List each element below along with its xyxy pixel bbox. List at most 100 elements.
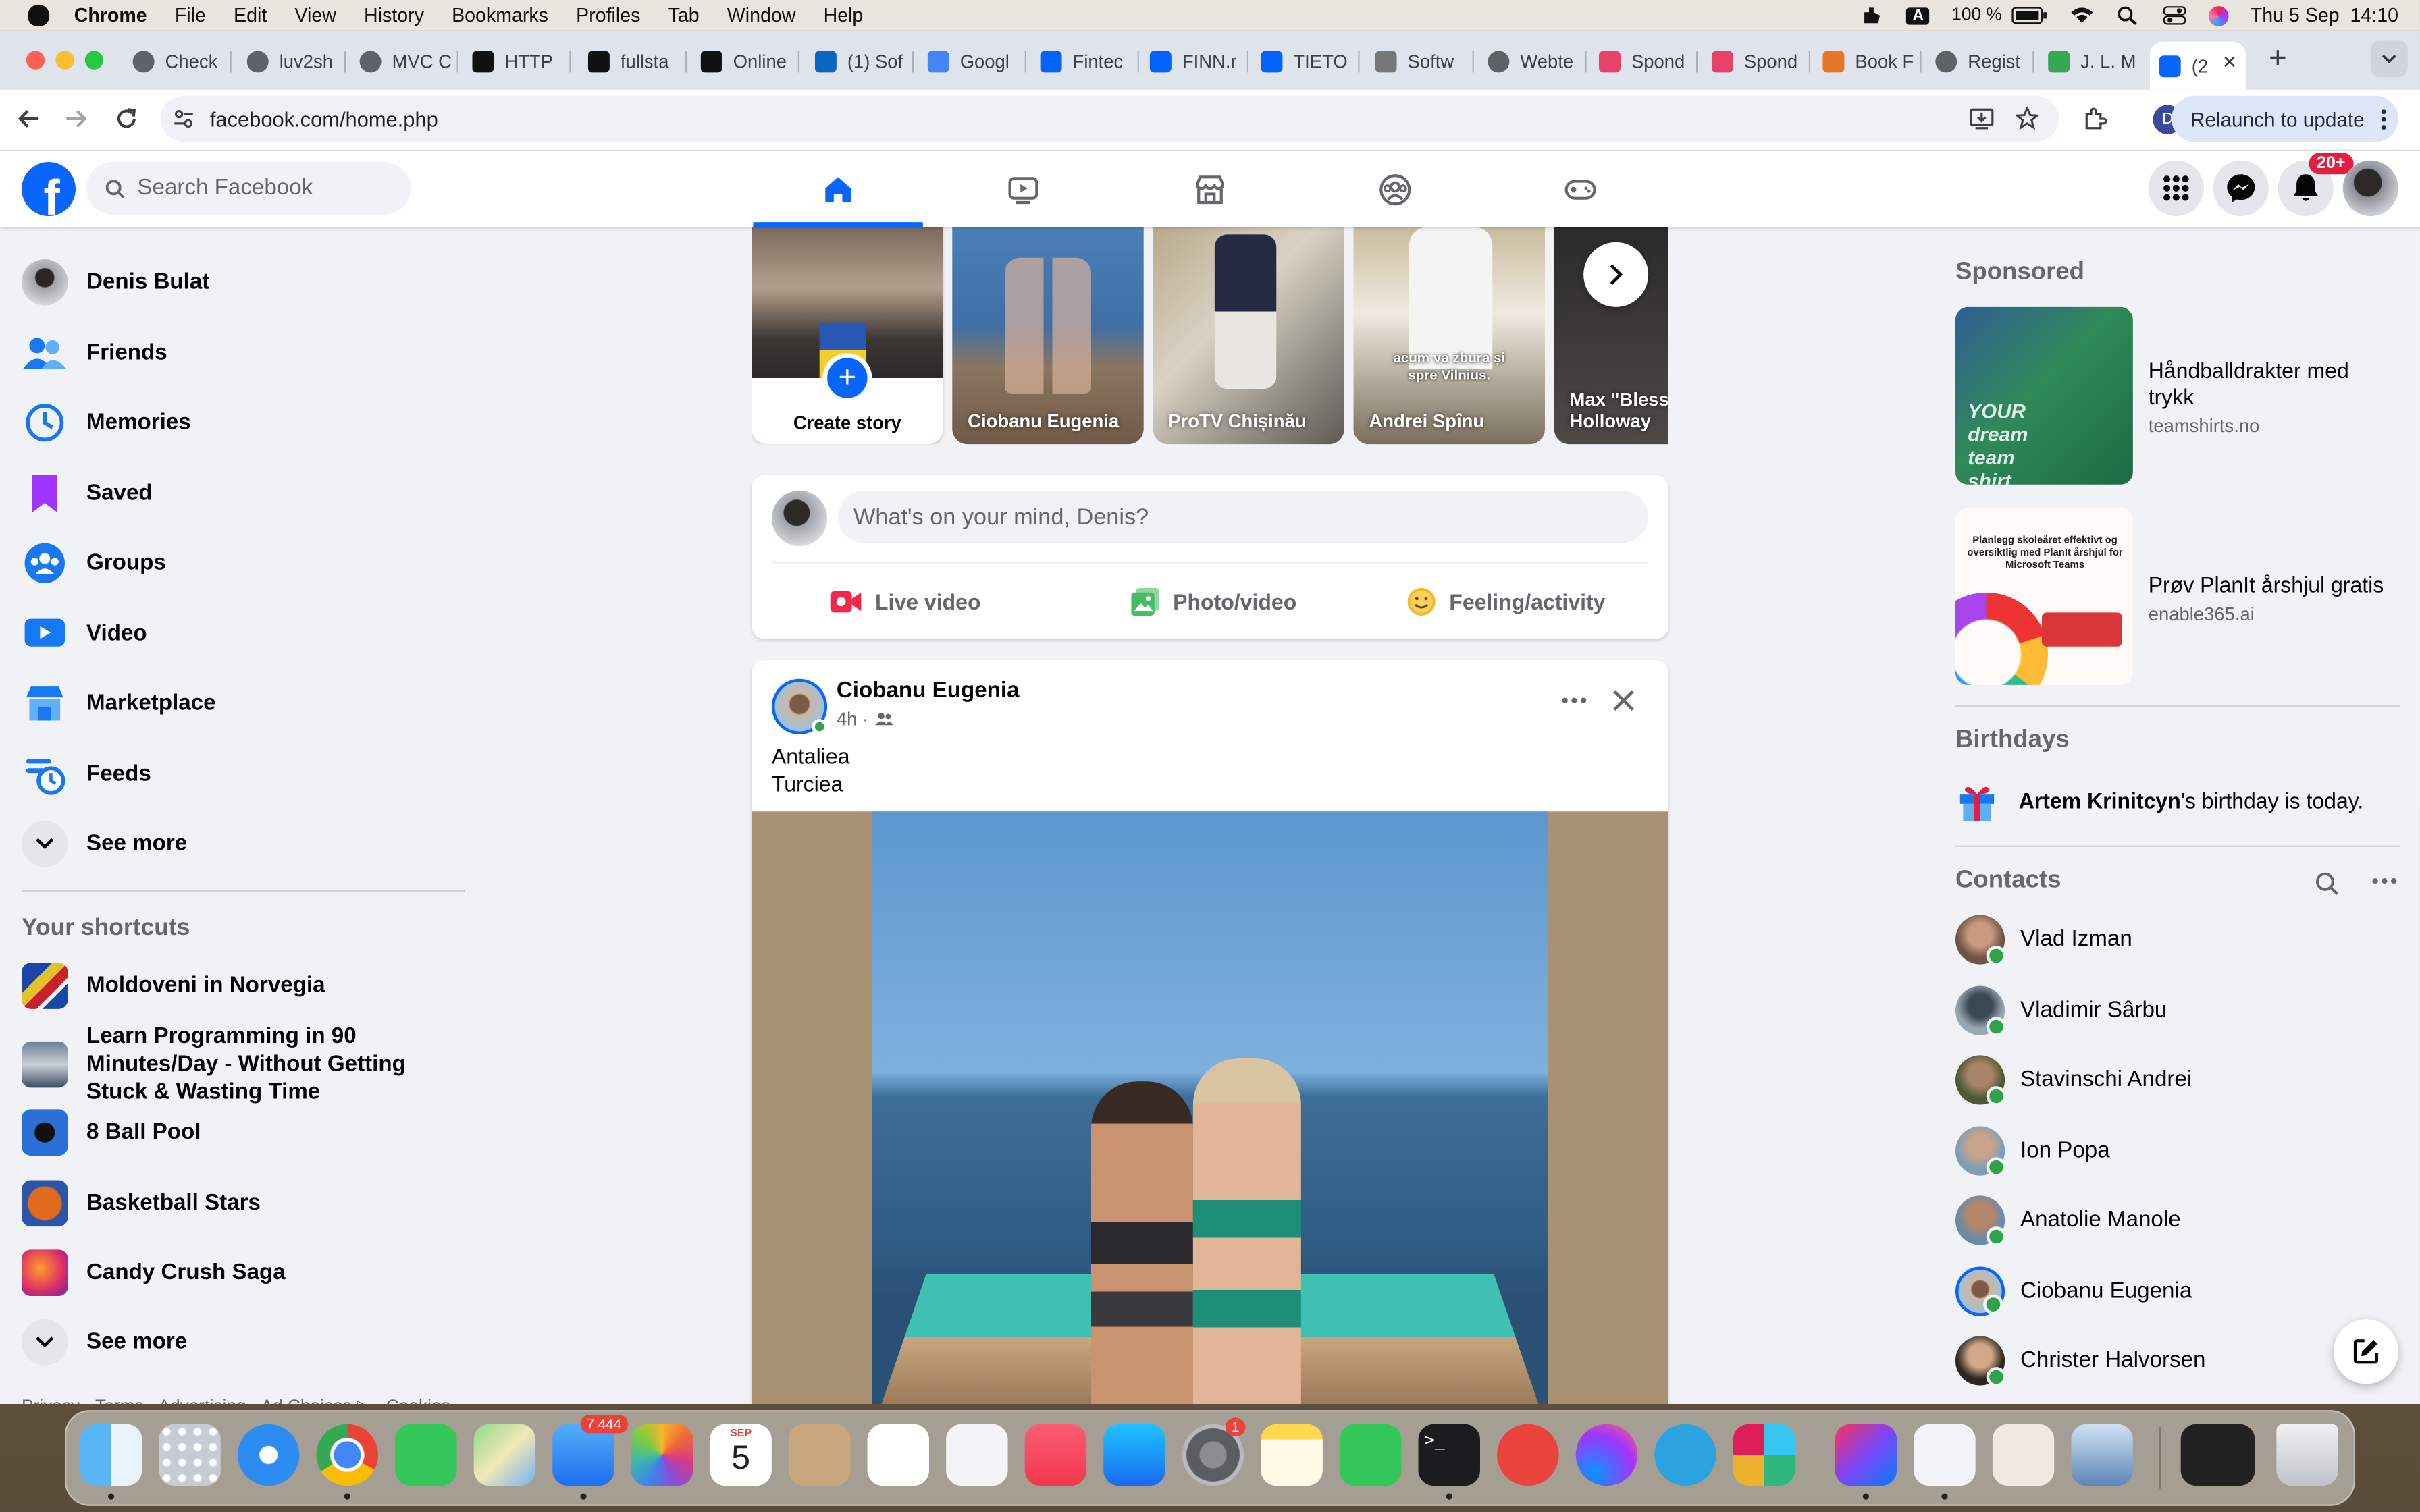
photo-video-button[interactable]: Photo/video (1130, 577, 1330, 626)
sidebar-item-video[interactable]: Video (22, 603, 147, 665)
browser-tab[interactable]: (1) Sof (814, 42, 914, 82)
window-zoom-button[interactable] (84, 51, 104, 70)
sponsored-ad[interactable]: YOUR dream team shirt. Håndballdrakter m… (1955, 306, 2403, 486)
browser-tab[interactable]: Spond (1598, 42, 1698, 82)
battery-icon[interactable] (2011, 6, 2048, 24)
nav-video-tab[interactable] (939, 151, 1108, 227)
contact-item[interactable]: Stavinschi Andrei (1955, 1052, 2192, 1108)
system-settings-icon[interactable]: 1 (1182, 1418, 1246, 1486)
sidebar-item-memories[interactable]: Memories (22, 392, 191, 454)
tab-search-button[interactable] (2370, 40, 2408, 78)
shortcut-item[interactable]: Moldoveni in Norvegia (21, 955, 325, 1017)
sidebar-item-groups[interactable]: Groups (22, 533, 166, 594)
shortcut-item[interactable]: 8 Ball Pool (21, 1102, 201, 1163)
browser-tab[interactable]: Googl (927, 42, 1026, 82)
browser-tab[interactable]: J. L. M (2048, 42, 2147, 82)
vscode-icon[interactable] (1914, 1424, 1976, 1486)
music-icon[interactable] (1024, 1424, 1087, 1486)
input-source-icon[interactable]: A (1906, 7, 1930, 24)
post-author-name[interactable]: Ciobanu Eugenia (837, 679, 1020, 704)
contact-item[interactable]: Christer Halvorsen (1955, 1333, 2205, 1388)
live-video-button[interactable]: Live video (828, 577, 1029, 626)
post-photo[interactable] (752, 811, 1668, 1404)
story-card[interactable]: ProTV Chișinău (1153, 226, 1344, 445)
new-message-button[interactable] (2333, 1319, 2398, 1384)
nav-home-tab[interactable] (753, 151, 923, 227)
sidebar-item-marketplace[interactable]: Marketplace (22, 673, 216, 734)
calendar-icon[interactable]: SEP 5 (710, 1424, 772, 1486)
messages-icon[interactable] (395, 1424, 457, 1486)
gesture-icon[interactable] (1860, 6, 1885, 24)
bookmark-star-icon[interactable] (2016, 106, 2039, 130)
birthday-name[interactable]: Artem Krinitcyn (2019, 788, 2181, 813)
menu-edit[interactable]: Edit (234, 5, 267, 26)
address-bar[interactable]: facebook.com/home.php (160, 95, 2059, 142)
intellij-idea-icon[interactable] (1835, 1424, 1897, 1486)
browser-tab[interactable]: TIETO (1261, 42, 1360, 82)
browser-tab[interactable]: Online (700, 42, 799, 82)
tableplus-icon[interactable] (1992, 1424, 2055, 1486)
url-text[interactable]: facebook.com/home.php (210, 107, 438, 130)
feeling-activity-button[interactable]: Feeling/activity (1406, 577, 1622, 626)
browser-tab[interactable]: Fintec (1040, 42, 1139, 82)
app-store-icon[interactable] (1103, 1424, 1165, 1486)
window-minimize-button[interactable] (55, 51, 74, 70)
account-avatar[interactable] (2342, 160, 2398, 216)
menu-profiles[interactable]: Profiles (576, 5, 640, 26)
notifications-button[interactable]: 20+ (2278, 153, 2353, 216)
freeform-icon[interactable] (946, 1424, 1008, 1486)
composer-avatar[interactable] (771, 490, 828, 547)
terminal-icon[interactable]: >_ (1418, 1424, 1480, 1486)
reload-icon[interactable] (114, 107, 139, 132)
tab-close-icon[interactable]: × (2223, 49, 2236, 76)
menu-tab[interactable]: Tab (668, 5, 700, 26)
stories-next-button[interactable] (1583, 242, 1649, 307)
sidebar-item-friends[interactable]: Friends (22, 323, 167, 384)
back-icon[interactable] (17, 108, 42, 130)
maps-icon[interactable] (473, 1424, 536, 1486)
tab-active[interactable]: (2 × (2149, 41, 2246, 90)
composer-input[interactable]: What's on your mind, Denis? (838, 490, 1649, 543)
browser-tab[interactable]: Check (132, 42, 232, 82)
nav-marketplace-tab[interactable] (1125, 151, 1294, 227)
facebook-search-input[interactable]: Search Facebook (86, 161, 411, 215)
browser-tab[interactable]: luv2sh (246, 42, 346, 82)
post-timestamp[interactable]: 4h · (837, 708, 868, 730)
photos-icon[interactable] (631, 1424, 693, 1486)
browser-tab[interactable]: Webte (1488, 42, 1587, 82)
spotlight-search-icon[interactable] (2116, 6, 2141, 25)
contacts-app-icon[interactable] (788, 1424, 851, 1486)
kebab-menu-icon[interactable] (2381, 107, 2386, 130)
browser-tab[interactable]: fullsta (587, 42, 687, 82)
shortcut-item[interactable]: Learn Programming in 90 Minutes/Day - Wi… (21, 1025, 472, 1105)
facetime-icon[interactable] (1339, 1424, 1402, 1486)
site-info-icon[interactable] (173, 108, 194, 130)
shortcut-item[interactable]: Basketball Stars (21, 1172, 261, 1234)
sidebar-item-saved[interactable]: Saved (22, 463, 153, 524)
downloads-stack-icon[interactable] (2180, 1424, 2255, 1486)
menu-history[interactable]: History (364, 5, 424, 26)
trash-icon[interactable] (2276, 1424, 2338, 1486)
notes-icon[interactable] (1261, 1424, 1323, 1486)
email-client-icon[interactable] (1497, 1424, 1559, 1486)
browser-tab[interactable]: FINN.r (1149, 42, 1249, 82)
contact-item[interactable]: Ion Popa (1955, 1123, 2110, 1179)
new-tab-button[interactable]: + (2269, 42, 2287, 78)
post-more-options-button[interactable] (1556, 682, 1593, 719)
contact-item[interactable]: Vlad Izman (1955, 912, 2132, 967)
browser-tab[interactable]: MVC C (359, 42, 458, 82)
telegram-icon[interactable] (1654, 1424, 1716, 1486)
browser-tab[interactable]: Regist (1935, 42, 2034, 82)
menu-file[interactable]: File (175, 5, 206, 26)
shortcuts-see-more-button[interactable]: See more (21, 1312, 187, 1373)
launchpad-icon[interactable] (159, 1424, 221, 1486)
browser-tab[interactable]: HTTP (472, 42, 571, 82)
menu-view[interactable]: View (294, 5, 336, 26)
slack-icon[interactable] (1733, 1424, 1795, 1486)
window-close-button[interactable] (26, 51, 45, 70)
sidebar-item-feeds[interactable]: Feeds (22, 744, 151, 805)
messenger-button[interactable] (2213, 160, 2269, 216)
menu-app-name[interactable]: Chrome (74, 5, 147, 26)
menu-window[interactable]: Window (727, 5, 796, 26)
sidebar-item-profile[interactable]: Denis Bulat (21, 252, 209, 313)
